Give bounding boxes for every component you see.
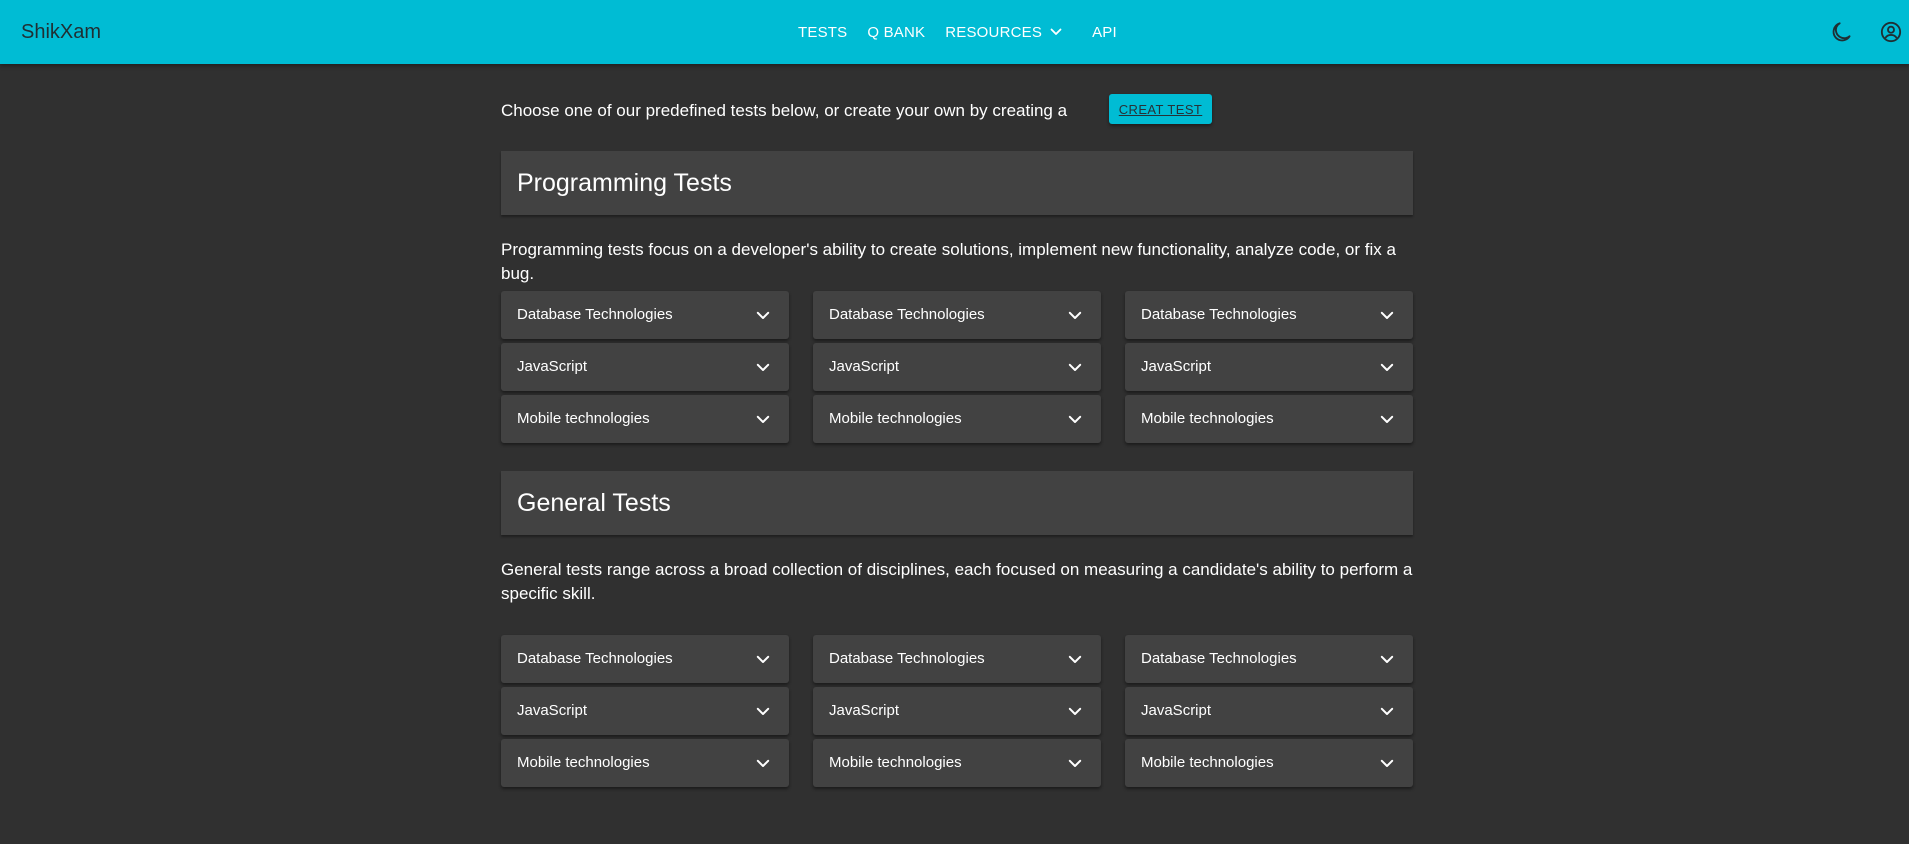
nav-tests-label: TESTS xyxy=(798,23,848,41)
chevron-down-icon xyxy=(1379,755,1395,771)
accordion-item[interactable]: JavaScript xyxy=(813,343,1101,391)
accordion-label: Database Technologies xyxy=(1141,306,1297,323)
accordion-label: Database Technologies xyxy=(517,650,673,667)
accordion-item[interactable]: Mobile technologies xyxy=(501,395,789,443)
accordion-label: Database Technologies xyxy=(829,650,985,667)
section-description: General tests range across a broad colle… xyxy=(501,560,1413,603)
chevron-down-icon xyxy=(1379,307,1395,323)
chevron-down-icon xyxy=(1067,307,1083,323)
accordion-item[interactable]: Mobile technologies xyxy=(501,739,789,787)
chevron-down-icon xyxy=(1067,411,1083,427)
accordion-item[interactable]: JavaScript xyxy=(1125,687,1413,735)
accordion-label: JavaScript xyxy=(829,702,900,719)
account-circle-icon[interactable] xyxy=(1879,20,1903,44)
accordion-item[interactable]: Mobile technologies xyxy=(813,395,1101,443)
accordion-item[interactable]: JavaScript xyxy=(813,687,1101,735)
accordion-item[interactable]: Database Technologies xyxy=(1125,635,1413,683)
nav-resources[interactable]: RESOURCES xyxy=(935,24,1082,41)
section-title: Programming Tests xyxy=(517,169,732,197)
accordion-label: Mobile technologies xyxy=(1141,410,1274,427)
accordion-label: Mobile technologies xyxy=(517,410,650,427)
chevron-down-icon xyxy=(755,755,771,771)
chevron-down-icon xyxy=(755,411,771,427)
accordion-label: Mobile technologies xyxy=(829,754,962,771)
nav-api[interactable]: API xyxy=(1082,24,1127,41)
chevron-down-icon xyxy=(1050,28,1062,36)
main-nav: TESTS Q BANK RESOURCES API xyxy=(788,0,1127,64)
accordion-item[interactable]: Mobile technologies xyxy=(1125,739,1413,787)
accordion-label: JavaScript xyxy=(517,702,588,719)
accordion-item[interactable]: JavaScript xyxy=(501,343,789,391)
chevron-down-icon xyxy=(1067,703,1083,719)
section-title: General Tests xyxy=(517,489,671,517)
nav-tests[interactable]: TESTS xyxy=(788,24,857,41)
accordion-label: Mobile technologies xyxy=(517,754,650,771)
accordion-label: Database Technologies xyxy=(517,306,673,323)
chevron-down-icon xyxy=(1379,703,1395,719)
nav-q-bank-label: Q BANK xyxy=(867,23,926,41)
chevron-down-icon xyxy=(755,307,771,323)
accordion-item[interactable]: Database Technologies xyxy=(501,635,789,683)
test-grid-programming: Database Technologies Database Technolog… xyxy=(501,291,1413,443)
accordion-label: Database Technologies xyxy=(829,306,985,323)
nav-q-bank[interactable]: Q BANK xyxy=(857,24,935,41)
nav-resources-label: RESOURCES xyxy=(945,23,1043,41)
section-header-programming: Programming Tests xyxy=(501,151,1413,215)
accordion-item[interactable]: Database Technologies xyxy=(1125,291,1413,339)
accordion-label: JavaScript xyxy=(1141,358,1212,375)
chevron-down-icon xyxy=(755,703,771,719)
chevron-down-icon xyxy=(1067,651,1083,667)
accordion-label: JavaScript xyxy=(517,358,588,375)
chevron-down-icon xyxy=(755,651,771,667)
intro-row: Choose one of our predefined tests below… xyxy=(501,94,1413,126)
accordion-label: JavaScript xyxy=(829,358,900,375)
chevron-down-icon xyxy=(1067,359,1083,375)
accordion-item[interactable]: Mobile technologies xyxy=(1125,395,1413,443)
chevron-down-icon xyxy=(755,359,771,375)
accordion-item[interactable]: Database Technologies xyxy=(501,291,789,339)
section-header-general: General Tests xyxy=(501,471,1413,535)
accordion-label: JavaScript xyxy=(1141,702,1212,719)
chevron-down-icon xyxy=(1379,651,1395,667)
accordion-item[interactable]: Database Technologies xyxy=(813,635,1101,683)
chevron-down-icon xyxy=(1067,755,1083,771)
test-grid-general: Database Technologies Database Technolog… xyxy=(501,635,1413,787)
section-description: Programming tests focus on a developer's… xyxy=(501,240,1396,283)
chevron-down-icon xyxy=(1379,359,1395,375)
app-bar: ShikXam TESTS Q BANK RESOURCES API xyxy=(0,0,1909,64)
accordion-label: Mobile technologies xyxy=(829,410,962,427)
accordion-item[interactable]: JavaScript xyxy=(1125,343,1413,391)
brand-logo[interactable]: ShikXam xyxy=(21,0,101,64)
accordion-item[interactable]: Database Technologies xyxy=(813,291,1101,339)
nav-api-label: API xyxy=(1092,23,1117,41)
intro-text: Choose one of our predefined tests below… xyxy=(501,101,1068,120)
chevron-down-icon xyxy=(1379,411,1395,427)
accordion-item[interactable]: JavaScript xyxy=(501,687,789,735)
create-test-button[interactable]: CREAT TEST xyxy=(1109,94,1212,124)
moon-icon[interactable] xyxy=(1830,20,1854,44)
accordion-label: Mobile technologies xyxy=(1141,754,1274,771)
accordion-item[interactable]: Mobile technologies xyxy=(813,739,1101,787)
accordion-label: Database Technologies xyxy=(1141,650,1297,667)
